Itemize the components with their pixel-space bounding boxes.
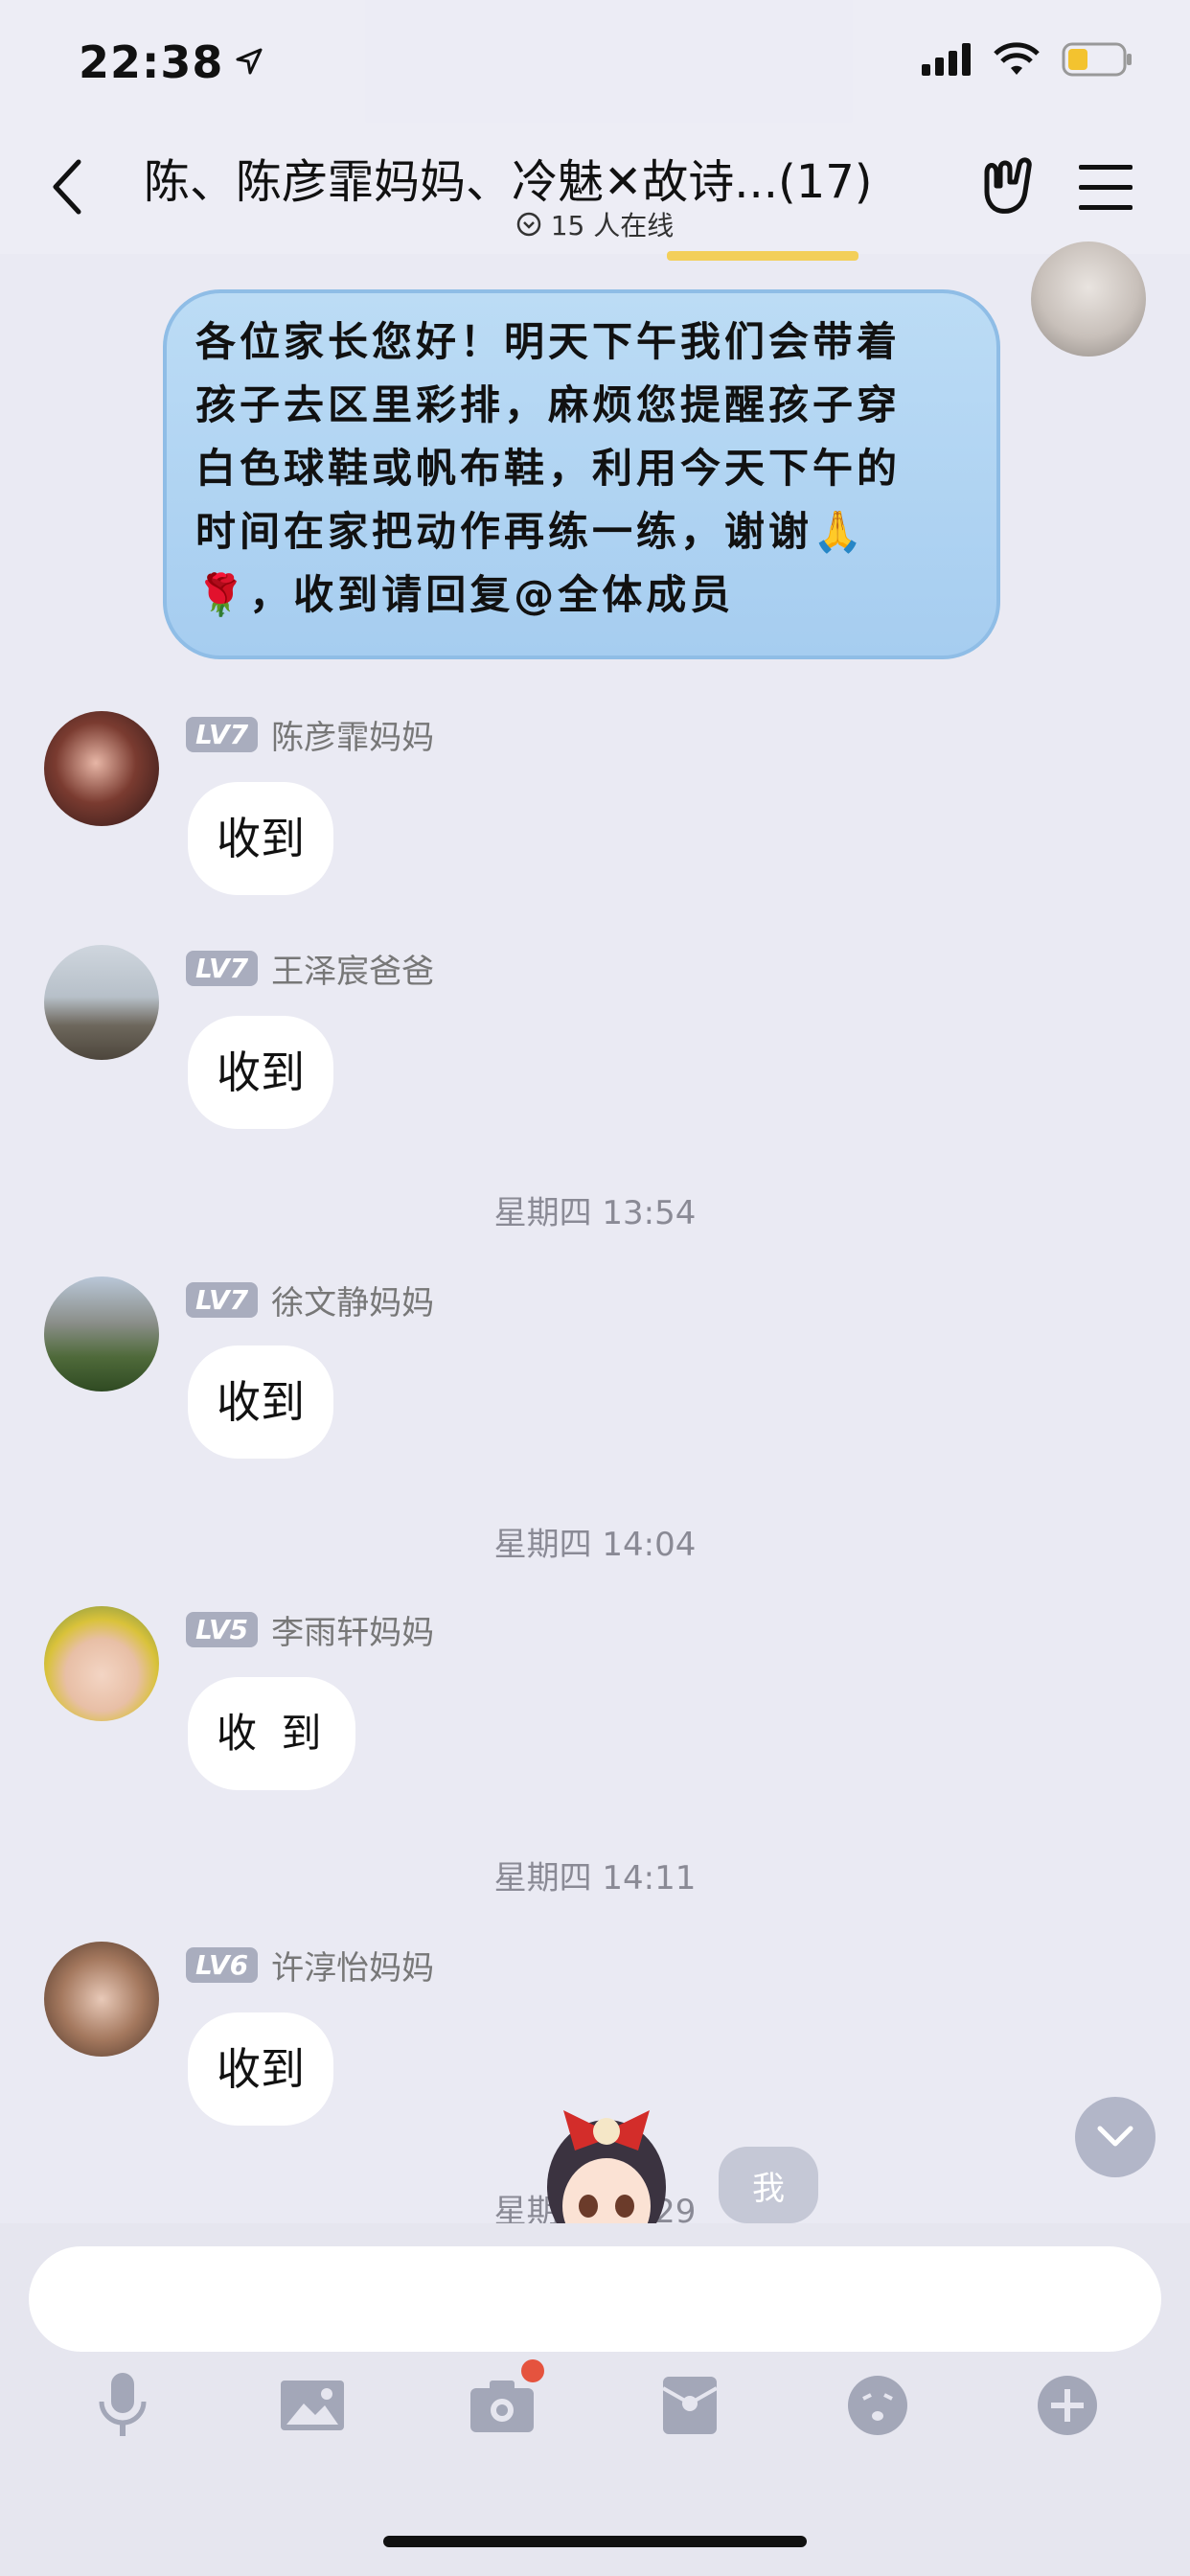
scroll-down-button[interactable]	[1075, 2097, 1156, 2177]
emoji-icon	[848, 2376, 907, 2435]
decorative-strip	[667, 251, 858, 261]
avatar[interactable]	[44, 1276, 159, 1392]
sender-line: LV7 王泽宸爸爸	[186, 945, 434, 992]
wifi-icon	[993, 42, 1041, 80]
message-bubble[interactable]: 收到	[188, 2012, 333, 2126]
sender-line: LV5 李雨轩妈妈	[186, 1606, 434, 1653]
announcement-line: 各位家长您好！明天下午我们会带着	[195, 318, 902, 365]
location-arrow-icon	[236, 48, 263, 79]
emoji-button[interactable]	[839, 2367, 916, 2444]
sender-name[interactable]: 徐文静妈妈	[271, 1276, 434, 1323]
sender-name[interactable]: 陈彦霏妈妈	[271, 711, 434, 758]
announcement-line: 孩子去区里彩排，麻烦您提醒孩子穿	[195, 381, 902, 428]
level-badge: LV7	[186, 951, 259, 986]
signal-icon	[922, 43, 972, 80]
message-input[interactable]	[29, 2246, 1161, 2352]
sender-name[interactable]: 许淳怡妈妈	[271, 1942, 434, 1989]
chevron-down-circle-icon	[516, 212, 540, 237]
red-packet-icon	[662, 2377, 718, 2434]
camera-button[interactable]	[464, 2359, 544, 2444]
timestamp: 星期四 14:04	[493, 1526, 697, 1564]
image-icon	[281, 2380, 344, 2430]
sender-line: LV6 许淳怡妈妈	[186, 1942, 434, 1989]
level-badge: LV5	[186, 1612, 259, 1647]
announcement-bubble[interactable]: 各位家长您好！明天下午我们会带着 孩子去区里彩排，麻烦您提醒孩子穿 白色球鞋或帆…	[163, 289, 1000, 659]
menu-button[interactable]	[1077, 163, 1134, 213]
level-badge: LV7	[186, 1282, 259, 1318]
message-bubble[interactable]: 收到	[188, 1016, 333, 1129]
chat-title[interactable]: 陈、陈彦霏妈妈、冷魅✕故诗...(17)	[144, 144, 929, 211]
plus-circle-icon	[1038, 2376, 1097, 2435]
status-time: 22:38	[79, 36, 224, 88]
timestamp: 星期四 13:54	[493, 1194, 697, 1232]
rock-hand-icon	[984, 157, 1032, 214]
message-bubble[interactable]: 收到	[188, 782, 333, 895]
message-bubble[interactable]: 收到	[188, 1346, 333, 1459]
my-avatar[interactable]	[1031, 242, 1146, 356]
announcement-line: 🌹，收到请回复@全体成员	[195, 571, 735, 618]
sender-line: LV7 陈彦霏妈妈	[186, 711, 434, 758]
level-badge: LV6	[186, 1947, 259, 1983]
avatar[interactable]	[44, 1606, 159, 1721]
announcement-line: 白色球鞋或帆布鞋，利用今天下午的	[195, 445, 902, 492]
avatar[interactable]	[44, 1942, 159, 2057]
avatar[interactable]	[44, 945, 159, 1060]
camera-icon	[470, 2380, 534, 2432]
announcement-line: 时间在家把动作再练一练，谢谢🙏	[195, 508, 867, 555]
gesture-button[interactable]	[977, 153, 1042, 218]
more-button[interactable]	[1029, 2367, 1106, 2444]
battery-icon	[1062, 42, 1133, 80]
red-packet-button[interactable]	[652, 2367, 728, 2444]
sender-name[interactable]: 王泽宸爸爸	[271, 945, 434, 992]
voice-button[interactable]	[84, 2367, 161, 2444]
home-indicator	[383, 2536, 807, 2547]
sender-line: LV7 徐文静妈妈	[186, 1276, 434, 1323]
notification-dot	[521, 2359, 544, 2382]
level-badge: LV7	[186, 717, 259, 752]
message-bubble[interactable]: 收 到	[188, 1677, 356, 1790]
input-toolbar	[0, 2359, 1190, 2453]
timestamp: 星期四 14:11	[493, 1859, 697, 1898]
status-icons	[922, 42, 1133, 80]
image-button[interactable]	[274, 2367, 351, 2444]
sender-name[interactable]: 李雨轩妈妈	[271, 1606, 434, 1653]
hamburger-icon	[1079, 165, 1133, 210]
avatar[interactable]	[44, 711, 159, 826]
me-badge[interactable]: 我	[719, 2147, 818, 2223]
microphone-icon	[99, 2373, 147, 2436]
chevron-down-icon	[1097, 2126, 1133, 2147]
online-count: 15 人在线	[550, 210, 675, 242]
